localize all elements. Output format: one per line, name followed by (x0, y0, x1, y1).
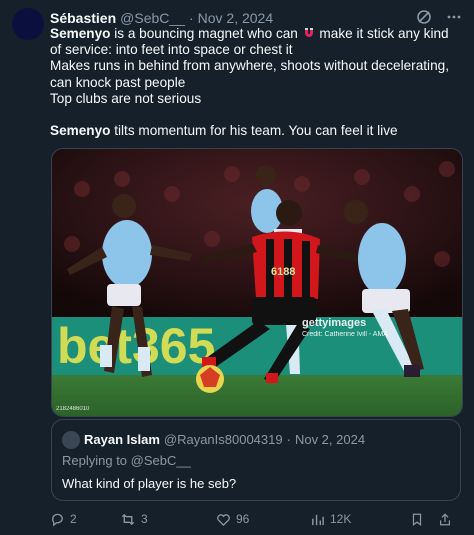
reply-icon (50, 512, 65, 527)
author-avatar[interactable] (12, 8, 44, 40)
more-icon[interactable] (446, 9, 462, 28)
tweet-line4-rest: tilts momentum for his team. You can fee… (110, 123, 398, 139)
getty-watermark: gettyimages (302, 317, 366, 329)
heart-icon (216, 512, 231, 527)
match-ball (196, 365, 224, 393)
quote-date: Nov 2, 2024 (294, 432, 366, 447)
quote-text: What kind of player is he seb? (62, 476, 237, 491)
tweet-paragraph-2: Makes runs in behind from anywhere, shoo… (50, 58, 449, 90)
quote-separator-dot: · (286, 432, 291, 447)
tweet-line4-bold: Semenyo (50, 123, 111, 139)
tweet-paragraph-1: Semenyo is a bouncing magnet who can mak… (50, 26, 460, 58)
retweet-count: 3 (141, 512, 148, 526)
reply-button[interactable]: 2 (50, 512, 120, 527)
retweet-button[interactable]: 3 (120, 512, 216, 527)
tweet-header: Sébastien @SebC__ · Nov 2, 2024 (50, 9, 462, 27)
like-count: 96 (236, 512, 250, 526)
views-icon (310, 512, 325, 527)
magnet-emoji-icon (302, 26, 316, 40)
getty-image-id: 2182486010 (56, 406, 90, 412)
tweet-line1-rest: is a bouncing magnet who can (110, 26, 302, 41)
reply-count: 2 (70, 512, 77, 526)
like-button[interactable]: 96 (216, 512, 310, 527)
bookmark-button[interactable] (410, 512, 438, 527)
bookmark-icon (410, 512, 424, 527)
author-handle[interactable]: @SebC__ (120, 10, 185, 26)
getty-credit: Credit: Catherine Ivill - AMA (302, 331, 388, 338)
share-button[interactable] (438, 512, 452, 527)
views-button[interactable]: 12K (310, 512, 410, 527)
quote-replying-to: Replying to @SebC__ (62, 453, 191, 468)
retweet-icon (120, 512, 136, 527)
shirt-sponsor: 6188 (271, 266, 295, 278)
quoted-tweet[interactable]: Rayan Islam @RayanIs80004319 · Nov 2, 20… (51, 419, 461, 501)
tweet-paragraph-4: Semenyo tilts momentum for his team. You… (50, 123, 460, 139)
separator-dot: · (188, 10, 194, 26)
tweet-photo[interactable]: bet365 6188 gettyimages Credit: Catherin… (51, 148, 463, 417)
action-bar: 2 3 96 12K (50, 509, 462, 529)
views-count: 12K (330, 512, 352, 526)
tweet-line1-bold: Semenyo (50, 26, 111, 41)
tweet-paragraph-3: Top clubs are not serious (50, 90, 202, 106)
tweet-body: Semenyo is a bouncing magnet who can mak… (50, 26, 460, 139)
quote-header: Rayan Islam @RayanIs80004319 · Nov 2, 20… (84, 432, 365, 447)
quote-author-name: Rayan Islam (84, 432, 160, 447)
quote-author-handle: @RayanIs80004319 (163, 432, 283, 447)
quote-author-avatar (62, 431, 80, 449)
share-icon (438, 512, 452, 527)
tweet-date[interactable]: Nov 2, 2024 (198, 10, 274, 26)
grok-icon[interactable] (416, 9, 432, 28)
author-name[interactable]: Sébastien (50, 10, 116, 26)
pitch (52, 375, 462, 416)
